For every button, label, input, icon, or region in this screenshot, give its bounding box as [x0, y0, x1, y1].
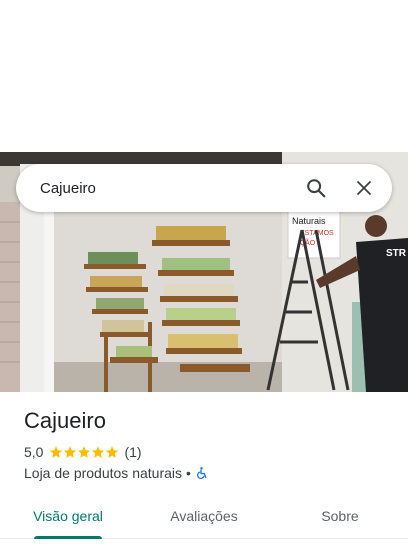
shirt-text: STR	[386, 248, 407, 259]
place-category: Loja de produtos naturais	[24, 465, 182, 481]
star-icon	[92, 446, 105, 458]
search-query[interactable]: Cajueiro	[16, 180, 292, 197]
close-icon	[357, 181, 371, 195]
tab-visao-geral[interactable]: Visão geral	[0, 494, 136, 539]
search-button[interactable]	[292, 164, 340, 212]
star-icon	[106, 446, 119, 458]
rating-value: 5,0	[24, 444, 44, 460]
wheelchair-icon	[196, 467, 207, 480]
place-tabs: Visão geral Avaliações Sobre	[0, 494, 408, 539]
star-icon	[78, 446, 91, 458]
category-row: Loja de produtos naturais •	[24, 465, 208, 481]
review-count[interactable]: (1)	[124, 444, 141, 460]
search-icon	[307, 179, 326, 198]
search-bar[interactable]: Cajueiro	[16, 164, 392, 212]
sign-text-1: Naturais	[292, 216, 326, 226]
place-title: Cajueiro	[24, 408, 106, 433]
clear-search-button[interactable]	[340, 164, 388, 212]
star-rating	[49, 445, 119, 459]
tab-sobre[interactable]: Sobre	[272, 494, 408, 538]
rating-row[interactable]: 5,0 (1)	[24, 444, 142, 460]
separator-dot: •	[186, 465, 191, 481]
tab-avaliacoes[interactable]: Avaliações	[136, 494, 272, 538]
star-icon	[50, 446, 63, 458]
star-icon	[64, 446, 77, 458]
